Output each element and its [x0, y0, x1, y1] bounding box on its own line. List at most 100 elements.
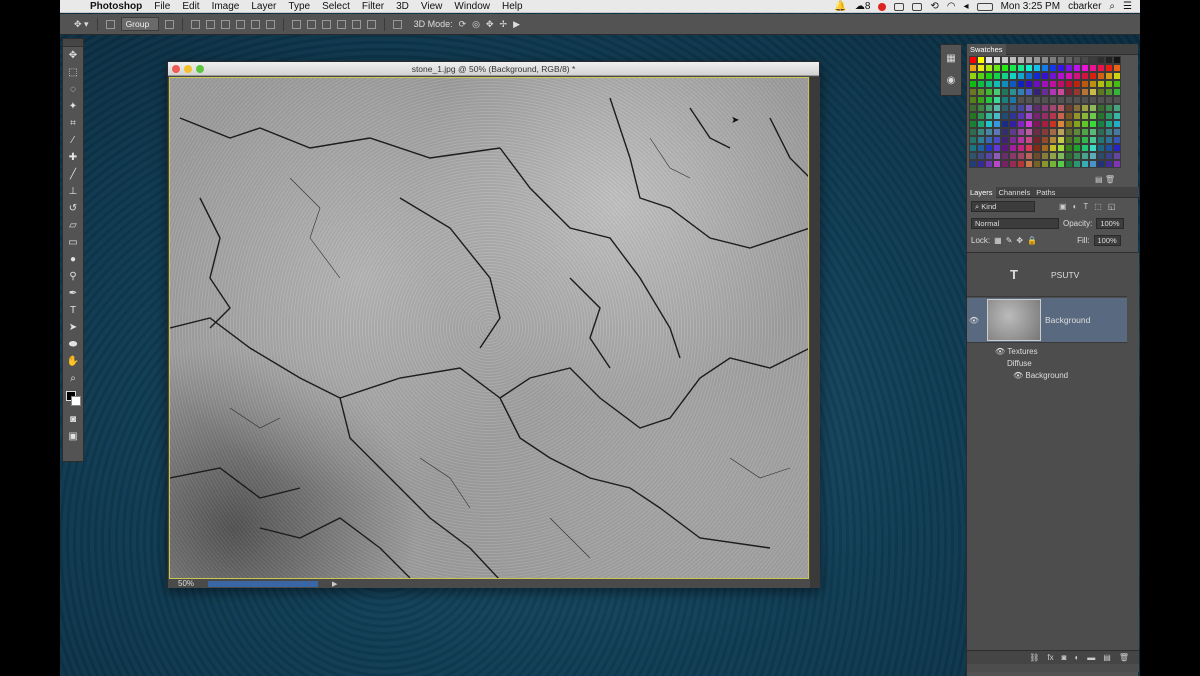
swatch[interactable] [1017, 80, 1025, 88]
swatch[interactable] [1025, 136, 1033, 144]
swatch[interactable] [977, 96, 985, 104]
swatch[interactable] [1089, 128, 1097, 136]
swatch[interactable] [1033, 128, 1041, 136]
swatch[interactable] [1049, 128, 1057, 136]
swatch[interactable] [1113, 56, 1121, 64]
swatch[interactable] [1113, 88, 1121, 96]
swatch[interactable] [1089, 96, 1097, 104]
swatch[interactable] [1017, 128, 1025, 136]
cloud-badge[interactable]: ☁8 [855, 1, 871, 12]
swatch[interactable] [1089, 120, 1097, 128]
auto-select-dropdown[interactable]: Group [120, 17, 159, 31]
swatch[interactable] [993, 120, 1001, 128]
swatch[interactable] [1017, 144, 1025, 152]
swatch[interactable] [1073, 120, 1081, 128]
dodge-tool-icon[interactable]: ⚲ [63, 268, 83, 285]
swatch[interactable] [969, 120, 977, 128]
swatch[interactable] [969, 72, 977, 80]
app-menu[interactable]: Photoshop [84, 0, 148, 13]
swatch[interactable] [1049, 144, 1057, 152]
swatch[interactable] [1105, 64, 1113, 72]
new-swatch-icon[interactable]: ▤ [1095, 175, 1103, 184]
lock-all-icon[interactable]: 🔒 [1027, 236, 1037, 245]
swatch[interactable] [1009, 88, 1017, 96]
swatch[interactable] [985, 136, 993, 144]
swatch[interactable] [1081, 72, 1089, 80]
swatch[interactable] [1025, 88, 1033, 96]
swatch[interactable] [1097, 56, 1105, 64]
move-tool-icon[interactable]: ✥ ▾ [74, 19, 89, 30]
swatch[interactable] [1113, 120, 1121, 128]
swatch[interactable] [1041, 104, 1049, 112]
swatch[interactable] [1009, 128, 1017, 136]
swatch[interactable] [1073, 80, 1081, 88]
status-menu-arrow-icon[interactable]: ▶ [332, 580, 337, 588]
swatch[interactable] [1097, 80, 1105, 88]
swatch[interactable] [1033, 104, 1041, 112]
visibility-eye-icon[interactable]: 👁 [967, 316, 981, 325]
swatch[interactable] [1057, 152, 1065, 160]
swatch[interactable] [1097, 136, 1105, 144]
shape-tool-icon[interactable]: ⬬ [63, 336, 83, 353]
swatch[interactable] [1097, 72, 1105, 80]
swatch[interactable] [1009, 160, 1017, 168]
align-bottom-icon[interactable] [220, 19, 230, 29]
swatch[interactable] [1017, 96, 1025, 104]
eraser-tool-icon[interactable]: ▱ [63, 217, 83, 234]
swatch[interactable] [1073, 144, 1081, 152]
swatch[interactable] [1033, 64, 1041, 72]
swatch[interactable] [1049, 112, 1057, 120]
distribute-right-icon[interactable] [366, 19, 376, 29]
swatch[interactable] [1041, 152, 1049, 160]
swatch[interactable] [1105, 144, 1113, 152]
align-top-icon[interactable] [190, 19, 200, 29]
3d-roll-icon[interactable]: ◎ [472, 19, 480, 30]
new-group-icon[interactable]: ▬ [1087, 653, 1095, 662]
swatch[interactable] [1113, 160, 1121, 168]
swatch[interactable] [1049, 160, 1057, 168]
swatch[interactable] [1089, 88, 1097, 96]
swatch[interactable] [985, 120, 993, 128]
swatch[interactable] [1057, 120, 1065, 128]
swatch[interactable] [1065, 104, 1073, 112]
3d-slide-icon[interactable]: ✢ [500, 19, 508, 30]
swatch[interactable] [1033, 56, 1041, 64]
zoom-tool-icon[interactable]: ⌕ [63, 370, 83, 387]
swatch[interactable] [985, 96, 993, 104]
swatch[interactable] [1105, 120, 1113, 128]
swatch[interactable] [1081, 56, 1089, 64]
swatch[interactable] [1001, 160, 1009, 168]
distribute-vcenter-icon[interactable] [306, 19, 316, 29]
swatch[interactable] [1097, 160, 1105, 168]
menu-layer[interactable]: Layer [245, 0, 282, 13]
swatch[interactable] [1097, 112, 1105, 120]
swatch[interactable] [1049, 64, 1057, 72]
menu-help[interactable]: Help [496, 0, 529, 13]
filter-shape-icon[interactable]: ⬚ [1094, 202, 1102, 211]
add-mask-icon[interactable]: ◙ [1062, 653, 1067, 662]
background-color[interactable] [71, 396, 81, 406]
swatch[interactable] [1057, 88, 1065, 96]
swatch[interactable] [1057, 104, 1065, 112]
swatch[interactable] [977, 160, 985, 168]
swatch[interactable] [977, 136, 985, 144]
swatch[interactable] [1073, 128, 1081, 136]
tab-swatches[interactable]: Swatches [967, 43, 1006, 55]
history-panel-icon[interactable]: ▦ [941, 49, 961, 67]
time-machine-icon[interactable]: ⟲ [930, 1, 938, 12]
swatch[interactable] [1105, 56, 1113, 64]
swatch[interactable] [1081, 88, 1089, 96]
swatch[interactable] [1105, 136, 1113, 144]
menu-edit[interactable]: Edit [176, 0, 205, 13]
swatch[interactable] [1089, 72, 1097, 80]
swatch[interactable] [985, 88, 993, 96]
lock-transparency-icon[interactable]: ▦ [994, 236, 1002, 245]
effect-eye-icon[interactable]: 👁 [1013, 371, 1023, 380]
document-title-bar[interactable]: stone_1.jpg @ 50% (Background, RGB/8) * [168, 62, 819, 76]
distribute-top-icon[interactable] [291, 19, 301, 29]
swatch[interactable] [1081, 144, 1089, 152]
swatch[interactable] [1081, 160, 1089, 168]
swatch[interactable] [1097, 64, 1105, 72]
swatch[interactable] [977, 104, 985, 112]
swatch[interactable] [985, 152, 993, 160]
